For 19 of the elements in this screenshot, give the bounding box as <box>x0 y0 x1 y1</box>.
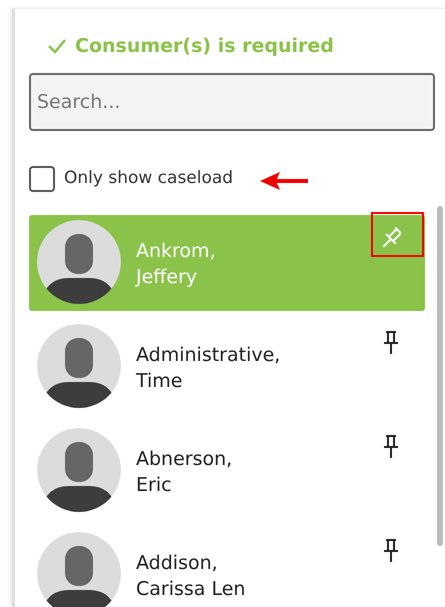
consumer-name: Administrative, Time <box>136 343 282 394</box>
consumer-name: Abnerson, Eric <box>136 447 234 498</box>
validation-message: Consumer(s) is required <box>75 34 334 59</box>
checkbox-label[interactable]: Only show caseload <box>64 166 234 192</box>
avatar-icon <box>37 428 121 512</box>
consumer-row[interactable]: Administrative, Time <box>29 319 425 415</box>
consumer-row[interactable]: Abnerson, Eric <box>29 423 425 519</box>
pin-icon[interactable] <box>381 434 401 460</box>
avatar-icon <box>37 220 121 304</box>
consumer-name: Addison, Carissa Len <box>136 551 246 602</box>
consumer-name: Ankrom, Jeffery <box>136 239 217 290</box>
avatar-icon <box>37 324 121 408</box>
pin-icon[interactable] <box>381 330 401 356</box>
checkbox[interactable] <box>29 166 55 192</box>
avatar-icon <box>37 532 121 607</box>
pin-icon[interactable] <box>381 538 401 564</box>
scrollbar[interactable] <box>437 206 443 546</box>
consumer-row[interactable]: Addison, Carissa Len <box>29 527 425 607</box>
search-field[interactable]: Search... <box>29 73 435 131</box>
